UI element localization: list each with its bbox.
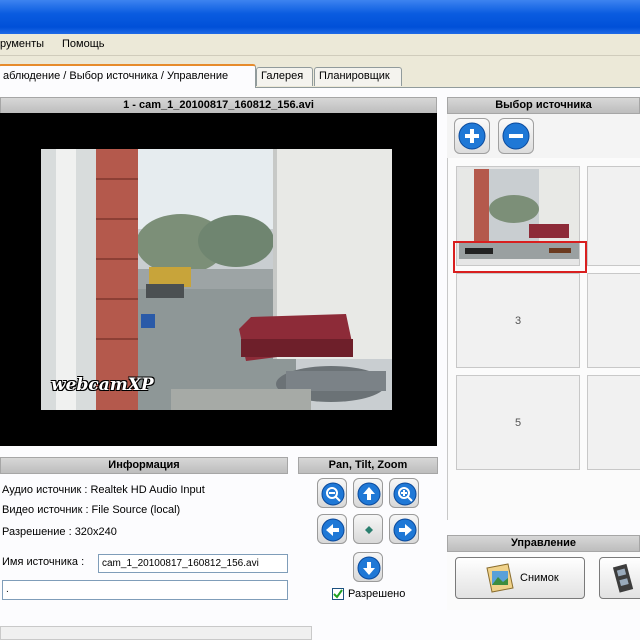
zoom-out-button[interactable] <box>317 478 347 508</box>
sources-grid: 3 5 <box>447 158 640 520</box>
record-button[interactable] <box>599 557 640 599</box>
menu-bar: рументы Помощь <box>0 34 640 56</box>
control-header: Управление <box>447 535 640 552</box>
plus-icon <box>458 122 486 150</box>
control-panel: Снимок <box>447 552 640 610</box>
window-title-bar <box>0 0 640 34</box>
video-title: 1 - cam_1_20100817_160812_156.avi <box>0 97 437 114</box>
tab-scheduler[interactable]: Планировщик <box>314 67 402 86</box>
selected-source-highlight <box>453 241 587 273</box>
source-name-label: Имя источника : <box>2 556 85 568</box>
camera-image: webcamXP <box>41 149 392 410</box>
arrow-down-icon <box>357 556 381 580</box>
source-name-field[interactable]: cam_1_20100817_160812_156.avi <box>98 554 288 573</box>
info-header: Информация <box>0 457 288 474</box>
source-extra-field[interactable]: . <box>2 580 288 600</box>
snapshot-button[interactable]: Снимок <box>455 557 585 599</box>
sources-toolbar <box>447 114 640 158</box>
pan-right-button[interactable] <box>389 514 419 544</box>
ptz-allowed-checkbox[interactable] <box>332 588 344 600</box>
snapshot-label: Снимок <box>520 572 559 584</box>
center-dot-icon <box>365 526 373 534</box>
arrow-left-icon <box>321 518 345 542</box>
add-source-button[interactable] <box>454 118 490 154</box>
minus-icon <box>502 122 530 150</box>
check-icon <box>333 589 343 599</box>
sources-header: Выбор источника <box>447 97 640 114</box>
film-icon <box>612 563 634 593</box>
source-tile-5[interactable]: 5 <box>456 375 580 470</box>
ptz-panel: Разрешено <box>298 474 438 608</box>
tilt-down-button[interactable] <box>353 552 383 582</box>
remove-source-button[interactable] <box>498 118 534 154</box>
webcamxp-watermark: webcamXP <box>51 375 154 395</box>
ptz-allowed-label: Разрешено <box>348 588 406 600</box>
zoom-out-icon <box>321 482 345 506</box>
pan-left-button[interactable] <box>317 514 347 544</box>
tab-strip: аблюдение / Выбор источника / Управление… <box>0 56 640 88</box>
info-panel: Аудио источник : Realtek HD Audio Input … <box>0 474 294 610</box>
tilt-up-button[interactable] <box>353 478 383 508</box>
ptz-header: Pan, Tilt, Zoom <box>298 457 438 474</box>
resolution-text: Разрешение : 320x240 <box>2 526 117 538</box>
home-button[interactable] <box>353 514 383 544</box>
video-source-text: Видео источник : File Source (local) <box>2 504 181 516</box>
zoom-in-icon <box>393 482 417 506</box>
arrow-right-icon <box>393 518 417 542</box>
source-tile-2[interactable] <box>587 166 640 266</box>
status-bar <box>0 626 312 640</box>
source-tile-6[interactable] <box>587 375 640 470</box>
source-tile-4[interactable] <box>587 273 640 368</box>
audio-source-text: Аудио источник : Realtek HD Audio Input <box>2 484 205 496</box>
photo-icon <box>486 563 514 593</box>
menu-item-tools[interactable]: рументы <box>0 38 44 50</box>
tab-monitoring[interactable]: аблюдение / Выбор источника / Управление <box>0 64 256 88</box>
tab-gallery[interactable]: Галерея <box>256 67 313 86</box>
source-tile-3[interactable]: 3 <box>456 273 580 368</box>
menu-item-help[interactable]: Помощь <box>62 38 105 50</box>
zoom-in-button[interactable] <box>389 478 419 508</box>
arrow-up-icon <box>357 482 381 506</box>
